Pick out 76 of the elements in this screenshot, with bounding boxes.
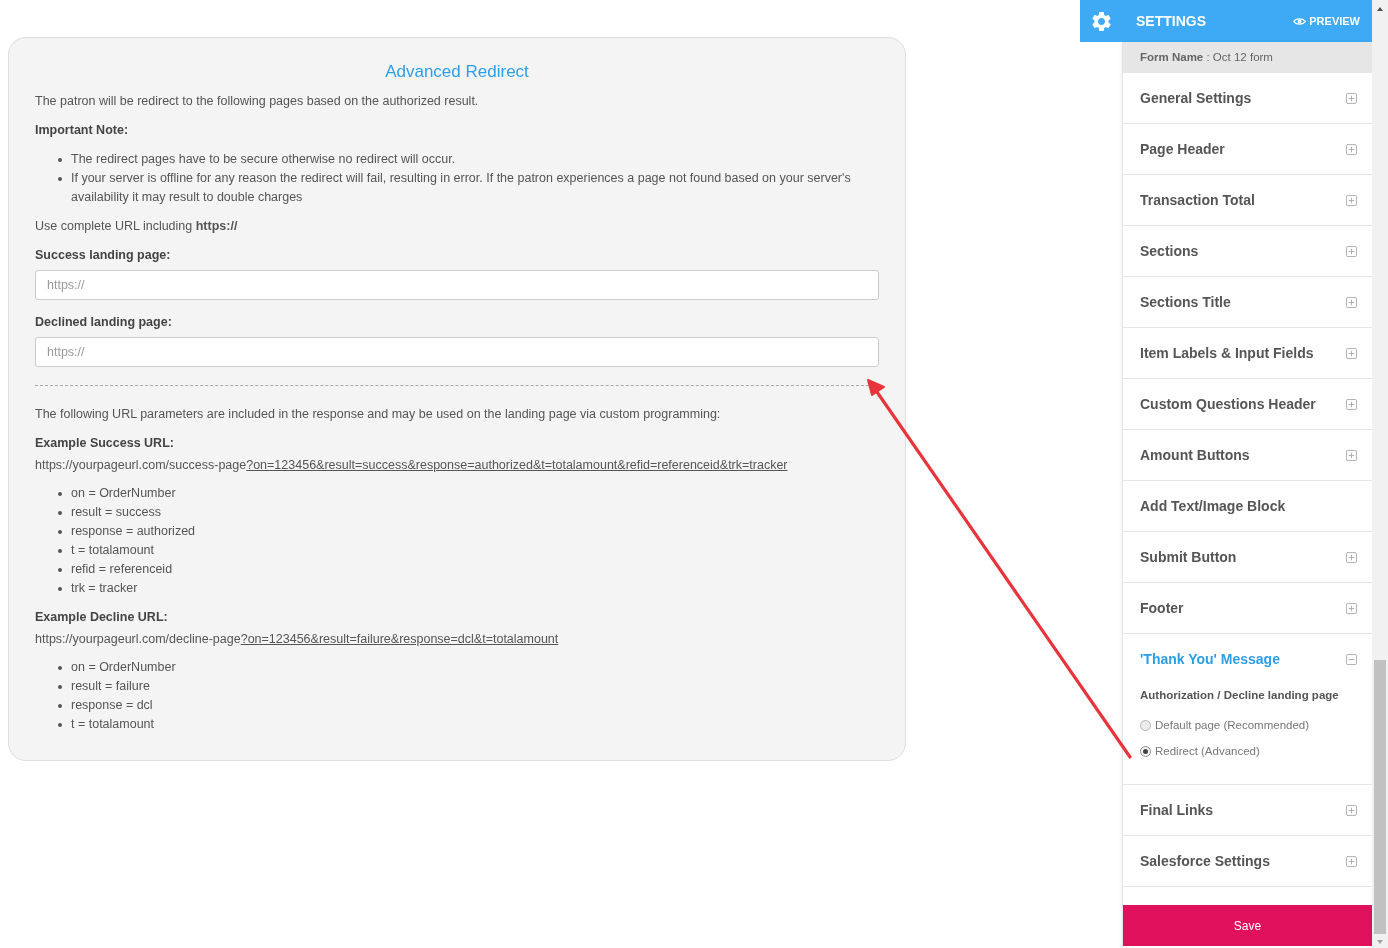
parameter-text: result = success <box>71 504 161 521</box>
expand-icon <box>1346 602 1357 614</box>
expand-icon <box>1346 296 1357 308</box>
expand-icon <box>1346 143 1357 155</box>
radio-icon[interactable] <box>1140 719 1151 731</box>
settings-title: SETTINGS <box>1136 13 1206 29</box>
expand-icon <box>1346 92 1357 104</box>
bullet-icon <box>58 158 62 162</box>
accordion-header[interactable]: Salesforce Settings <box>1123 836 1372 886</box>
radio-icon[interactable] <box>1140 745 1151 757</box>
accordion-header[interactable]: Page Header <box>1123 124 1372 174</box>
bullet-icon <box>58 177 62 181</box>
expand-icon <box>1346 398 1357 410</box>
form-name-text: Form Name : Oct 12 form <box>1123 42 1372 73</box>
bullet-icon <box>58 723 62 727</box>
field-label: Declined landing page: <box>35 314 173 331</box>
expand-icon <box>1346 245 1357 257</box>
example-url-text: https://yourpageurl.com/decline-page <box>35 632 241 646</box>
bullet-icon <box>58 685 62 689</box>
parameter-text: t = totalamount <box>71 542 155 559</box>
parameter-text: t = totalamount <box>71 716 155 733</box>
expand-icon <box>1346 551 1357 563</box>
note-heading: Important Note: <box>35 122 130 139</box>
bullet-icon <box>58 704 62 708</box>
accordion-header[interactable]: Final Links <box>1123 785 1372 835</box>
example-heading: Example Decline URL: <box>35 609 169 626</box>
radio-option[interactable]: Redirect (Advanced) <box>1140 742 1260 760</box>
parameters-intro-text: The following URL parameters are included in the response and may be used on the landing page via custom programming: <box>35 406 722 423</box>
accordion-header[interactable]: Sections <box>1123 226 1372 276</box>
note-text: The redirect pages have to be secure otherwise no redirect will occur. <box>71 151 456 168</box>
settings-icon[interactable] <box>1091 11 1111 31</box>
url-parameters-link[interactable]: ?on=123456&result=failure&response=dcl&t=totalamount <box>240 632 559 646</box>
parameter-text: refid = referenceid <box>71 561 173 578</box>
accordion-header[interactable]: Sections Title <box>1123 277 1372 327</box>
expand-icon <box>1346 194 1357 206</box>
field-label: Success landing page: <box>35 247 172 264</box>
bullet-icon <box>58 587 62 591</box>
url-parameters-link[interactable]: ?on=123456&result=success&response=authorized&t=totalamount&refid=referenceid&trk=tracker <box>246 458 788 472</box>
intro-text: The patron will be redirect to the following pages based on the authorized result. <box>35 93 480 110</box>
landing-page-heading: Authorization / Decline landing page <box>1140 688 1340 703</box>
expand-icon <box>1346 804 1357 816</box>
url-hint-text: Use complete URL including https:// <box>35 218 239 235</box>
accordion-header[interactable]: General Settings <box>1123 73 1372 123</box>
url-input-field[interactable]: https:// <box>35 270 879 300</box>
example-url-text: https://yourpageurl.com/success-page <box>35 458 247 472</box>
accordion-header[interactable]: Custom Questions Header <box>1123 379 1372 429</box>
scrollbar[interactable] <box>1372 0 1388 948</box>
bullet-icon <box>58 549 62 553</box>
url-input-field[interactable]: https:// <box>35 337 879 367</box>
collapse-icon <box>1346 653 1357 665</box>
parameter-text: response = dcl <box>71 697 153 714</box>
eye-icon <box>1293 16 1307 26</box>
expand-icon <box>1346 449 1357 461</box>
bullet-icon <box>58 530 62 534</box>
parameter-text: trk = tracker <box>71 580 138 597</box>
example-heading: Example Success URL: <box>35 435 175 452</box>
panel-title: Advanced Redirect <box>384 61 530 83</box>
expand-icon <box>1346 347 1357 359</box>
bullet-icon <box>58 568 62 572</box>
parameter-text: response = authorized <box>71 523 196 540</box>
accordion-header[interactable]: Footer <box>1123 583 1372 633</box>
accordion-header[interactable]: Amount Buttons <box>1123 430 1372 480</box>
parameter-text: result = failure <box>71 678 150 695</box>
parameter-text: on = OrderNumber <box>71 485 176 502</box>
save-button[interactable]: Save <box>1123 905 1372 946</box>
expand-icon <box>1346 855 1357 867</box>
bullet-icon <box>58 666 62 670</box>
bullet-icon <box>58 492 62 496</box>
accordion-header[interactable]: Add Text/Image Block <box>1123 481 1372 531</box>
accordion-header[interactable]: Submit Button <box>1123 532 1372 582</box>
note-text: If your server is offline for any reason the redirect will fail, resulting in error. If the patron experiences a page not found based on your server's availability it may result to double charges <box>71 170 852 206</box>
parameter-text: on = OrderNumber <box>71 659 176 676</box>
bullet-icon <box>58 511 62 515</box>
radio-option[interactable]: Default page (Recommended) <box>1140 716 1310 734</box>
accordion-header[interactable]: Transaction Total <box>1123 175 1372 225</box>
accordion-header[interactable]: Item Labels & Input Fields <box>1123 328 1372 378</box>
